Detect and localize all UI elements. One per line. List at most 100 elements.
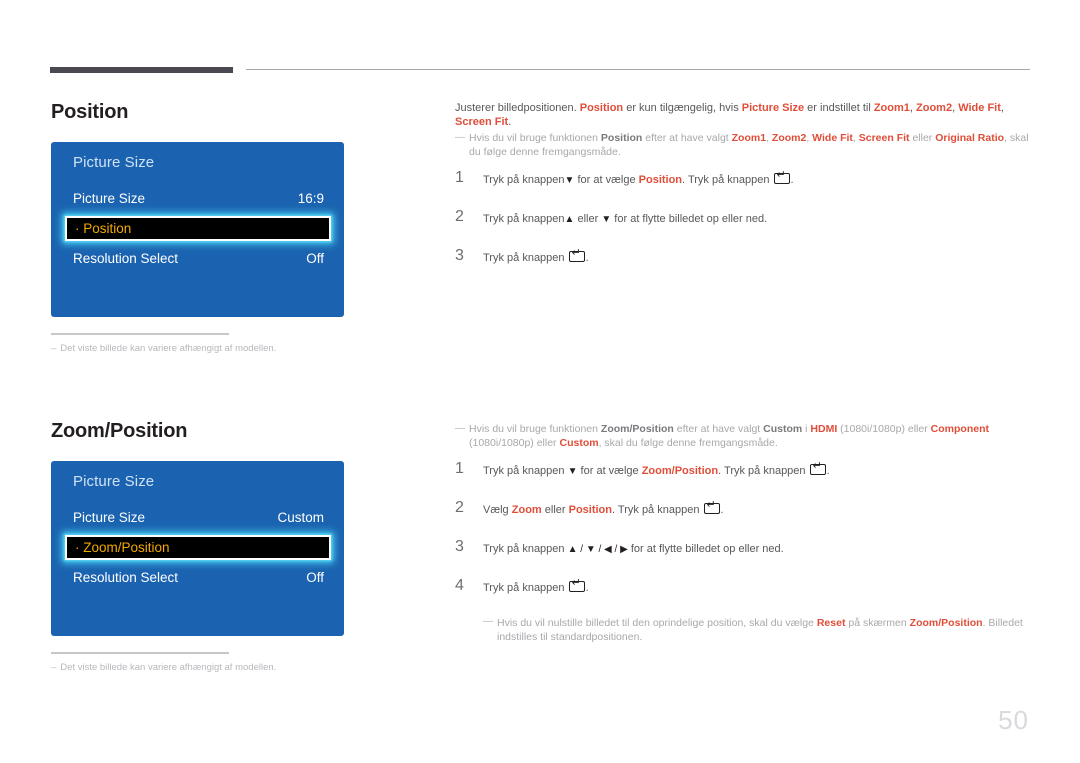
note-text: (1080i/1080p) eller bbox=[837, 423, 931, 435]
osd-row-picture-size[interactable]: Picture Size Custom bbox=[71, 507, 326, 531]
osd-menu-zoom-position: Picture Size Picture Size Custom · Zoom/… bbox=[51, 461, 344, 636]
intro-text: er kun tilgængelig, hvis bbox=[623, 102, 742, 114]
note-term: Original Ratio bbox=[935, 132, 1005, 144]
osd-row-label: · Zoom/Position bbox=[75, 540, 170, 555]
page-title-position: Position bbox=[51, 101, 129, 123]
osd-row-value: Custom bbox=[277, 510, 324, 525]
osd-row-resolution-select[interactable]: Resolution Select Off bbox=[71, 248, 326, 272]
note-text: Hvis du vil bruge funktionen bbox=[469, 132, 601, 144]
step-text: Tryk på knappen bbox=[483, 174, 565, 186]
body-copy-position: Justerer billedpositionen. Position er k… bbox=[455, 101, 1033, 290]
footnote-dash: – bbox=[51, 662, 57, 673]
step-text: . bbox=[790, 174, 794, 186]
arrow-down-icon: ▼ bbox=[564, 175, 575, 186]
enter-key-icon bbox=[568, 248, 585, 262]
intro-term: Zoom1 bbox=[873, 102, 910, 114]
note-term: Zoom/Position bbox=[600, 423, 674, 435]
intro-paragraph: Justerer billedpositionen. Position er k… bbox=[455, 101, 1033, 129]
arrow-down-icon: ▼ bbox=[601, 214, 612, 225]
footnote-zoom-position: – Det viste billede kan variere afhængigt… bbox=[51, 662, 276, 673]
footnote-rule bbox=[51, 652, 229, 654]
note-term: Zoom1 bbox=[731, 132, 767, 144]
note-text: Hvis du vil bruge funktionen bbox=[469, 423, 601, 435]
osd-row-label: · Position bbox=[75, 221, 132, 236]
footnote-rule bbox=[51, 333, 229, 335]
footnote-text: Det viste billede kan variere afhængigt … bbox=[60, 343, 277, 354]
osd-row-label: Picture Size bbox=[73, 510, 146, 525]
step-number: 3 bbox=[455, 247, 464, 264]
step-text: Tryk på knappen bbox=[483, 252, 565, 264]
step-text: eller bbox=[541, 504, 569, 516]
step-item: 2 Vælg Zoom eller Position. Tryk på knapp… bbox=[455, 499, 1033, 525]
step-item: 4 Tryk på knappen . bbox=[455, 577, 1033, 603]
step-item: 2 Tryk på knappen▲ eller ▼ for at flytte … bbox=[455, 208, 1033, 234]
note-term: Zoom/Position bbox=[909, 617, 983, 629]
note-text: efter at have valgt bbox=[642, 132, 732, 144]
intro-term: Screen Fit bbox=[455, 116, 509, 128]
step-text: for at flytte billedet op eller ned. bbox=[627, 543, 784, 555]
step-text: . Tryk på knappen bbox=[682, 174, 773, 186]
step-text: Vælg bbox=[483, 504, 512, 516]
intro-term: Wide Fit bbox=[958, 102, 1001, 114]
step-text: Tryk på knappen bbox=[483, 543, 568, 555]
page-number: 50 bbox=[998, 705, 1029, 735]
step-item: 1 Tryk på knappen▼ for at vælge Position.… bbox=[455, 169, 1033, 195]
step-number: 2 bbox=[455, 208, 464, 225]
header-rule bbox=[246, 69, 1030, 70]
intro-term: Picture Size bbox=[741, 102, 805, 114]
step-term: Zoom bbox=[511, 504, 542, 516]
step-text: . bbox=[826, 465, 830, 477]
direction-pad-arrows-icon: ▲ / ▼ / ◀ / ▶ bbox=[567, 544, 628, 555]
note-text: , skal du følge denne fremgangsmåde. bbox=[598, 436, 778, 449]
intro-term: Zoom2 bbox=[916, 102, 953, 114]
note-term: Component bbox=[930, 423, 989, 435]
step-number: 4 bbox=[455, 577, 464, 594]
osd-row-label: Picture Size bbox=[73, 191, 146, 206]
note-term: HDMI bbox=[810, 423, 838, 435]
note-text: på skærmen bbox=[845, 617, 910, 629]
osd-row-label: Resolution Select bbox=[73, 570, 179, 585]
arrow-up-icon: ▲ bbox=[564, 214, 575, 225]
note-term: Position bbox=[600, 132, 643, 144]
note-reset: Hvis du vil nulstille billedet til den o… bbox=[483, 615, 1033, 644]
note-term: Screen Fit bbox=[858, 132, 910, 144]
osd-row-resolution-select[interactable]: Resolution Select Off bbox=[71, 567, 326, 591]
osd-row-picture-size[interactable]: Picture Size 16:9 bbox=[71, 188, 326, 212]
step-item: 3 Tryk på knappen . bbox=[455, 247, 1033, 273]
manual-page: Position Picture Size Picture Size 16:9 … bbox=[0, 0, 1080, 763]
step-text: Tryk på knappen bbox=[483, 213, 565, 225]
osd-row-position-selected[interactable]: · Position bbox=[65, 216, 331, 241]
page-title-zoom-position: Zoom/Position bbox=[51, 420, 188, 442]
intro-text: . bbox=[508, 116, 512, 128]
osd-row-zoom-position-selected[interactable]: · Zoom/Position bbox=[65, 535, 331, 560]
step-text: . bbox=[720, 504, 724, 516]
enter-key-icon bbox=[809, 461, 826, 475]
step-text: . Tryk på knappen bbox=[718, 465, 809, 477]
step-text: . Tryk på knappen bbox=[612, 504, 703, 516]
step-text: . bbox=[585, 252, 589, 264]
step-number: 3 bbox=[455, 538, 464, 555]
step-term: Zoom/Position bbox=[641, 465, 719, 477]
step-text: for at flytte billedet op eller ned. bbox=[611, 213, 768, 225]
note-position: Hvis du vil bruge funktionen Position ef… bbox=[455, 131, 1033, 159]
enter-key-icon bbox=[703, 500, 720, 514]
step-text: eller bbox=[574, 213, 602, 225]
note-zoom-position: Hvis du vil bruge funktionen Zoom/Positi… bbox=[455, 422, 1033, 450]
note-term: Zoom2 bbox=[771, 132, 807, 144]
body-copy-zoom-position: Hvis du vil bruge funktionen Zoom/Positi… bbox=[455, 420, 1033, 644]
footnote-dash: – bbox=[51, 343, 57, 354]
step-item: 3 Tryk på knappen ▲ / ▼ / ◀ / ▶ for at fl… bbox=[455, 538, 1033, 564]
note-text: eller bbox=[909, 132, 936, 144]
osd-header-label: Picture Size bbox=[73, 154, 155, 171]
step-number: 2 bbox=[455, 499, 464, 516]
intro-text: er indstillet til bbox=[804, 102, 874, 114]
header-accent-bar bbox=[50, 67, 233, 73]
osd-row-value: Off bbox=[306, 570, 324, 585]
step-item: 1 Tryk på knappen ▼ for at vælge Zoom/Pos… bbox=[455, 461, 1033, 486]
step-text: for at vælge bbox=[577, 465, 642, 477]
note-term: Custom bbox=[559, 436, 599, 449]
footnote-text: Det viste billede kan variere afhængigt … bbox=[60, 662, 277, 673]
note-text: Hvis du vil nulstille billedet til den o… bbox=[497, 617, 817, 629]
step-number: 1 bbox=[455, 169, 464, 186]
step-list-position: 1 Tryk på knappen▼ for at vælge Position.… bbox=[455, 169, 1033, 273]
